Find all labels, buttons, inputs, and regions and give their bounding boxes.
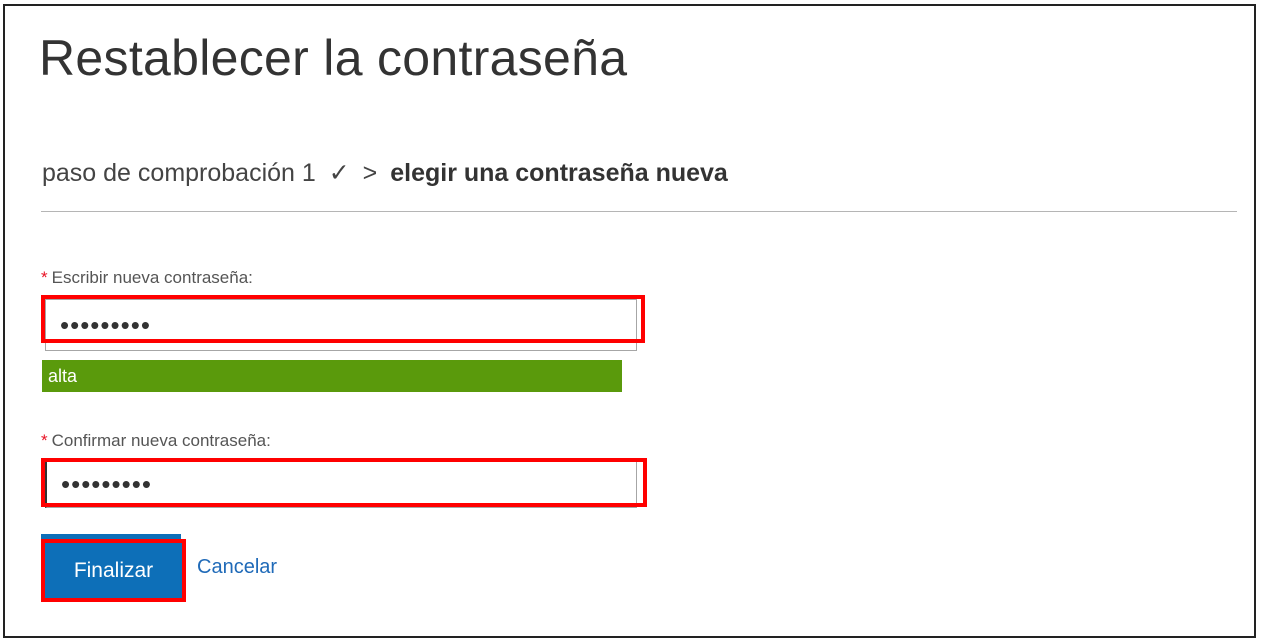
new-password-input[interactable] bbox=[45, 299, 637, 351]
password-strength-bar: alta bbox=[42, 360, 622, 392]
breadcrumb-separator: > bbox=[362, 159, 378, 187]
cancel-link[interactable]: Cancelar bbox=[197, 556, 277, 579]
page-frame: Restablecer la contraseña paso de compro… bbox=[3, 4, 1256, 638]
required-marker: * bbox=[41, 431, 48, 450]
check-icon: ✓ bbox=[328, 159, 350, 187]
required-marker: * bbox=[41, 268, 48, 287]
finish-button[interactable]: Finalizar bbox=[45, 543, 182, 598]
divider bbox=[41, 211, 1237, 212]
confirm-password-input[interactable] bbox=[45, 460, 637, 508]
finish-button-edge bbox=[41, 534, 181, 540]
new-password-label: * Escribir nueva contraseña: bbox=[41, 268, 253, 288]
confirm-password-label-text: Confirmar nueva contraseña: bbox=[51, 431, 271, 450]
breadcrumb: paso de comprobación 1 ✓ > elegir una co… bbox=[42, 158, 728, 188]
breadcrumb-step-done: paso de comprobación 1 bbox=[42, 159, 316, 187]
page-title: Restablecer la contraseña bbox=[39, 30, 628, 86]
confirm-password-label: * Confirmar nueva contraseña: bbox=[41, 431, 271, 451]
new-password-label-text: Escribir nueva contraseña: bbox=[51, 268, 253, 287]
breadcrumb-current-step: elegir una contraseña nueva bbox=[390, 159, 728, 187]
